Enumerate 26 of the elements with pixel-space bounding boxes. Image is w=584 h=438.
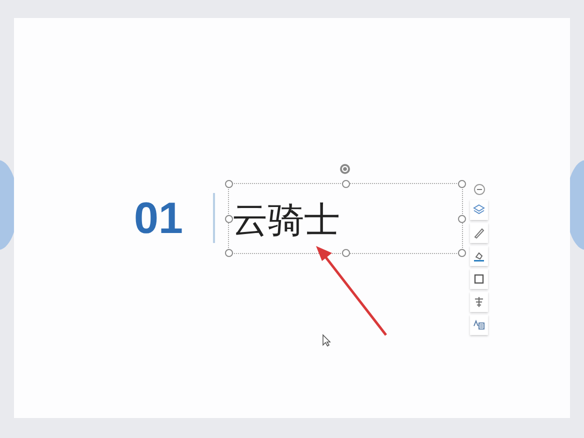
toolbar-button[interactable]: [470, 223, 488, 243]
resize-handle[interactable]: [225, 180, 233, 188]
toolbar-button[interactable]: [470, 246, 488, 266]
resize-handle[interactable]: [458, 249, 466, 257]
resize-handle[interactable]: [458, 180, 466, 188]
resize-handle[interactable]: [342, 249, 350, 257]
section-number: 01: [134, 194, 183, 244]
rotate-handle[interactable]: [339, 163, 351, 175]
toolbar-button[interactable]: [470, 269, 488, 289]
toolbar-button[interactable]: [470, 292, 488, 312]
mouse-cursor: [322, 334, 331, 347]
text-effect-icon: [473, 319, 485, 331]
resize-handle[interactable]: [458, 214, 466, 222]
fill-icon: [473, 250, 485, 262]
title-text: 云骑士: [232, 199, 340, 243]
text-box[interactable]: 云骑士: [229, 184, 462, 253]
pen-icon: [473, 227, 485, 239]
resize-handle[interactable]: [342, 180, 350, 188]
toolbar-button[interactable]: [470, 200, 488, 220]
square-icon: [473, 273, 485, 285]
collapse-button[interactable]: [474, 184, 484, 195]
layers-icon: [473, 204, 485, 216]
toolbar-button[interactable]: [470, 315, 488, 335]
resize-handle[interactable]: [225, 249, 233, 257]
resize-handle[interactable]: [225, 214, 233, 222]
text-icon: [473, 296, 485, 308]
